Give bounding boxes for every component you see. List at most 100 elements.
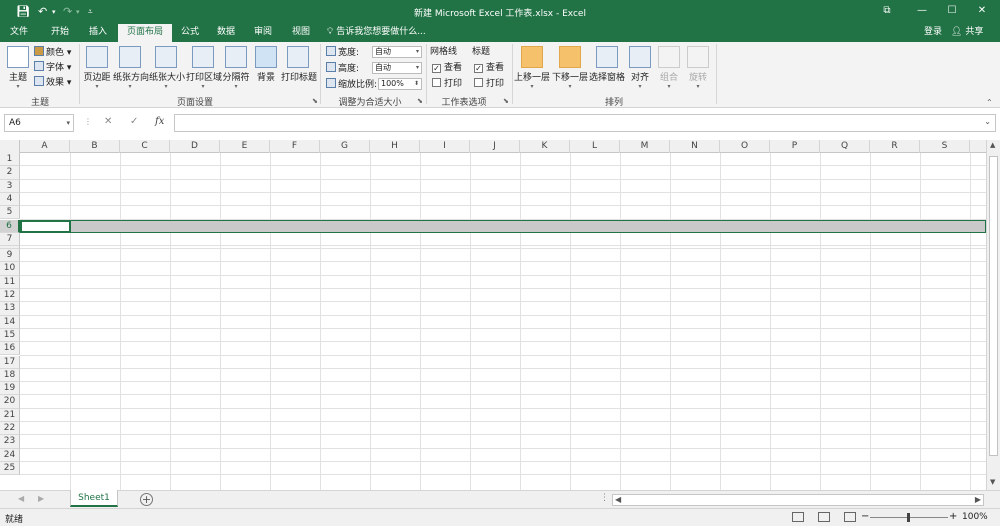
active-cell-a6[interactable] <box>20 219 71 233</box>
row-header-17[interactable]: 17 <box>0 355 20 369</box>
column-header-q[interactable]: Q <box>820 140 870 153</box>
tab-view[interactable]: 视图 <box>282 24 320 42</box>
row-header-6[interactable]: 6 <box>0 219 20 233</box>
bring-forward-button[interactable]: 上移一层 ▾ <box>514 46 550 90</box>
collapse-ribbon-icon[interactable]: ⌃ <box>986 98 993 107</box>
zoom-slider[interactable] <box>870 513 948 522</box>
gridlines-view-checkbox[interactable]: ✓ 查看 <box>432 62 462 74</box>
login-link[interactable]: 登录 <box>924 24 942 41</box>
breaks-button[interactable]: 分隔符 ▾ <box>222 46 250 90</box>
height-select[interactable]: 自动 ▾ <box>372 62 422 74</box>
selected-row-6[interactable] <box>20 219 986 233</box>
scale-spinner[interactable]: 100% ⬍ <box>378 78 422 90</box>
row-header-5[interactable]: 5 <box>0 206 20 220</box>
scroll-up-icon[interactable]: ▲ <box>990 141 995 149</box>
row-header-7[interactable]: 7 <box>0 232 20 247</box>
row-header-20[interactable]: 20 <box>0 395 20 409</box>
row-header-2[interactable]: 2 <box>0 166 20 180</box>
fonts-button[interactable]: 字体 ▾ <box>34 61 71 74</box>
normal-view-icon[interactable] <box>792 512 804 522</box>
column-header-e[interactable]: E <box>220 140 270 153</box>
cancel-icon[interactable]: ✕ <box>104 116 112 127</box>
row-header-23[interactable]: 23 <box>0 435 20 449</box>
column-header-j[interactable]: J <box>470 140 520 153</box>
row-header-1[interactable]: 1 <box>0 153 20 167</box>
tab-data[interactable]: 数据 <box>208 24 244 42</box>
row-header-16[interactable]: 16 <box>0 342 20 356</box>
row-header-9[interactable]: 9 <box>0 249 20 263</box>
row-header-4[interactable]: 4 <box>0 192 20 207</box>
row-header-3[interactable]: 3 <box>0 179 20 193</box>
zoom-out-icon[interactable]: − <box>861 511 869 522</box>
send-backward-button[interactable]: 下移一层 ▾ <box>552 46 588 90</box>
print-titles-button[interactable]: 打印标题 <box>281 46 317 83</box>
column-header-o[interactable]: O <box>720 140 770 153</box>
worksheet-grid[interactable]: ABCDEFGHIJKLMNOPQRS 1 2 3 4 5 6 7 9 10 11 12 13 14 15… <box>0 140 986 490</box>
column-header-i[interactable]: I <box>420 140 470 153</box>
row-header-15[interactable]: 15 <box>0 328 20 343</box>
zoom-slider-knob[interactable] <box>907 513 910 522</box>
minimize-icon[interactable]: — <box>915 4 929 18</box>
width-select[interactable]: 自动 ▾ <box>372 46 422 58</box>
group-button[interactable]: 组合 ▾ <box>657 46 681 90</box>
column-header-b[interactable]: B <box>70 140 120 153</box>
name-box[interactable]: A6 ▾ <box>4 114 74 132</box>
row-header-12[interactable]: 12 <box>0 289 20 303</box>
next-sheet-icon[interactable]: ▶ <box>38 494 44 503</box>
scale-launcher-icon[interactable]: ⬊ <box>417 97 423 105</box>
gridlines-print-checkbox[interactable]: 打印 <box>432 78 462 90</box>
print-area-button[interactable]: 打印区域 ▾ <box>186 46 222 90</box>
column-header-p[interactable]: P <box>770 140 820 153</box>
effects-button[interactable]: 效果 ▾ <box>34 76 71 89</box>
page-layout-view-icon[interactable] <box>818 512 830 522</box>
scroll-left-icon[interactable]: ◀ <box>615 495 621 504</box>
background-button[interactable]: 背景 <box>254 46 278 83</box>
column-header-h[interactable]: H <box>370 140 420 153</box>
expand-formula-bar-icon[interactable]: ⌄ <box>984 117 991 126</box>
tab-home[interactable]: 开始 <box>40 24 80 42</box>
column-header-r[interactable]: R <box>870 140 920 153</box>
row-header-14[interactable]: 14 <box>0 315 20 329</box>
row-header-11[interactable]: 11 <box>0 275 20 289</box>
column-header-l[interactable]: L <box>570 140 620 153</box>
row-header-24[interactable]: 24 <box>0 448 20 462</box>
orientation-button[interactable]: 纸张方向 ▾ <box>113 46 149 90</box>
sheet-tab-sheet1[interactable]: Sheet1 <box>70 490 118 507</box>
ribbon-display-options-icon[interactable]: ⧉ <box>880 4 894 18</box>
select-all-corner[interactable] <box>0 140 20 153</box>
share-button[interactable]: 👤︎ 共享 <box>951 24 983 41</box>
row-header-19[interactable]: 19 <box>0 382 20 396</box>
horizontal-scrollbar[interactable]: ◀ ▶ <box>612 494 984 506</box>
align-button[interactable]: 对齐 ▾ <box>628 46 652 90</box>
scroll-right-icon[interactable]: ▶ <box>975 495 981 504</box>
column-header-k[interactable]: K <box>520 140 570 153</box>
row-header-25[interactable]: 25 <box>0 461 20 476</box>
column-header-f[interactable]: F <box>270 140 320 153</box>
scroll-down-icon[interactable]: ▼ <box>990 478 995 486</box>
colors-button[interactable]: 颜色 ▾ <box>34 46 71 59</box>
row-header-21[interactable]: 21 <box>0 408 20 422</box>
column-header-n[interactable]: N <box>670 140 720 153</box>
column-header-m[interactable]: M <box>620 140 670 153</box>
column-header-a[interactable]: A <box>20 140 70 153</box>
headings-view-checkbox[interactable]: ✓ 查看 <box>474 62 504 74</box>
headings-print-checkbox[interactable]: 打印 <box>474 78 504 90</box>
tab-file[interactable]: 文件 <box>0 24 38 42</box>
tab-split-handle-icon[interactable]: ⋮ <box>600 493 609 503</box>
tab-insert[interactable]: 插入 <box>80 24 116 42</box>
selection-pane-button[interactable]: 选择窗格 <box>589 46 625 83</box>
tab-review[interactable]: 审阅 <box>244 24 282 42</box>
size-button[interactable]: 纸张大小 ▾ <box>149 46 185 90</box>
margins-button[interactable]: 页边距 ▾ <box>83 46 111 90</box>
vertical-scrollbar[interactable]: ▲ ▼ <box>986 140 1000 490</box>
close-icon[interactable]: ✕ <box>975 4 989 18</box>
zoom-in-icon[interactable]: + <box>949 511 957 522</box>
tell-me-search[interactable]: 💡︎ 告诉我您想要做什么... <box>327 24 426 42</box>
row-header-18[interactable]: 18 <box>0 368 20 383</box>
column-header-c[interactable]: C <box>120 140 170 153</box>
enter-icon[interactable]: ✓ <box>130 116 138 127</box>
row-header-13[interactable]: 13 <box>0 302 20 316</box>
themes-button[interactable]: 主题 ▾ <box>5 46 31 90</box>
insert-function-icon[interactable]: fx <box>155 116 164 127</box>
page-break-view-icon[interactable] <box>844 512 856 522</box>
